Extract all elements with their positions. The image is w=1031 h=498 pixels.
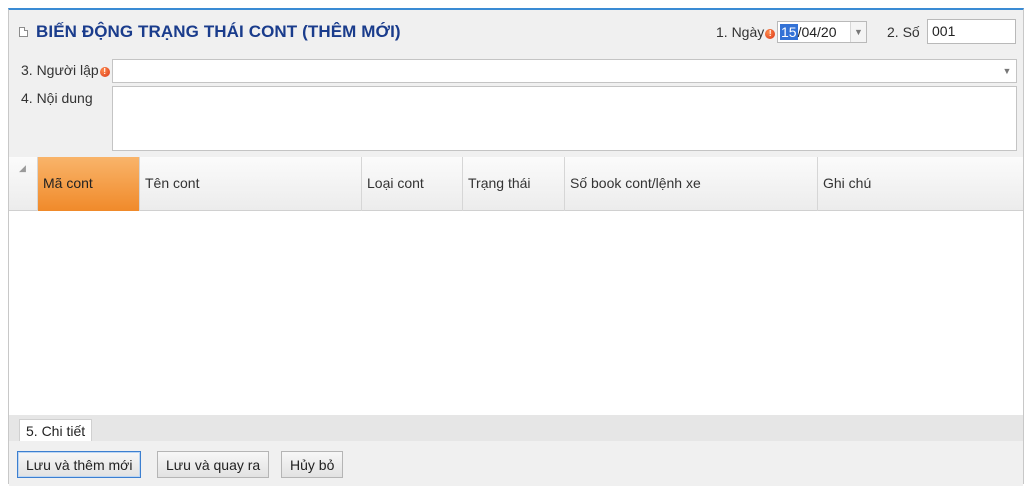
save-and-exit-button[interactable]: Lưu và quay ra <box>157 451 270 478</box>
chevron-down-icon[interactable]: ▼ <box>1000 63 1014 79</box>
required-icon: ! <box>99 67 110 77</box>
so-label: 2. Số <box>887 24 920 40</box>
noi-dung-label: 4. Nội dung <box>21 90 93 106</box>
save-and-new-button[interactable]: Lưu và thêm mới <box>17 451 142 478</box>
column-header-ma-cont[interactable]: Mã cont <box>38 157 140 211</box>
required-icon: ! <box>765 29 776 39</box>
column-header-ten-cont[interactable]: Tên cont <box>140 157 362 211</box>
ngay-label: 1. Ngày! <box>716 24 776 40</box>
date-field[interactable]: 15/04/20 ▼ <box>777 21 867 43</box>
sort-indicator-icon: ◢ <box>19 163 26 173</box>
tab-chi-tiet[interactable]: 5. Chi tiết <box>19 419 93 441</box>
chevron-down-icon[interactable]: ▼ <box>850 22 866 42</box>
date-value[interactable]: 15/04/20 <box>780 24 837 40</box>
button-bar: Lưu và thêm mới Lưu và quay ra Hủy bỏ <box>9 441 1023 486</box>
title-bar: BIẾN ĐỘNG TRẠNG THÁI CONT (THÊM MỚI) 1. … <box>9 10 1023 54</box>
tab-strip: 5. Chi tiết <box>9 415 1023 441</box>
ngay-label-text: 1. Ngày <box>716 24 765 40</box>
document-icon <box>19 27 28 37</box>
column-header-loai-cont[interactable]: Loại cont <box>362 157 463 211</box>
grid-corner[interactable]: ◢ <box>9 157 38 211</box>
so-input[interactable]: 001 <box>927 19 1016 44</box>
date-rest[interactable]: /04/20 <box>798 24 837 40</box>
form-window: BIẾN ĐỘNG TRẠNG THÁI CONT (THÊM MỚI) 1. … <box>8 8 1024 486</box>
cancel-button[interactable]: Hủy bỏ <box>281 451 344 478</box>
nguoi-lap-label-text: 3. Người lập <box>21 62 99 78</box>
page-title: BIẾN ĐỘNG TRẠNG THÁI CONT (THÊM MỚI) <box>36 22 401 41</box>
date-day-selected[interactable]: 15 <box>780 24 798 40</box>
detail-grid[interactable]: ◢ Mã cont Tên cont Loại cont Trạng thái … <box>9 157 1023 415</box>
nguoi-lap-label: 3. Người lập! <box>21 62 110 78</box>
column-header-trang-thai[interactable]: Trạng thái <box>463 157 565 211</box>
column-header-ghi-chu[interactable]: Ghi chú <box>818 157 1023 211</box>
nguoi-lap-combobox[interactable]: ▼ <box>112 59 1017 83</box>
column-header-so-book[interactable]: Số book cont/lệnh xe <box>565 157 818 211</box>
noi-dung-textarea[interactable] <box>112 86 1017 151</box>
grid-header: ◢ Mã cont Tên cont Loại cont Trạng thái … <box>9 157 1023 211</box>
